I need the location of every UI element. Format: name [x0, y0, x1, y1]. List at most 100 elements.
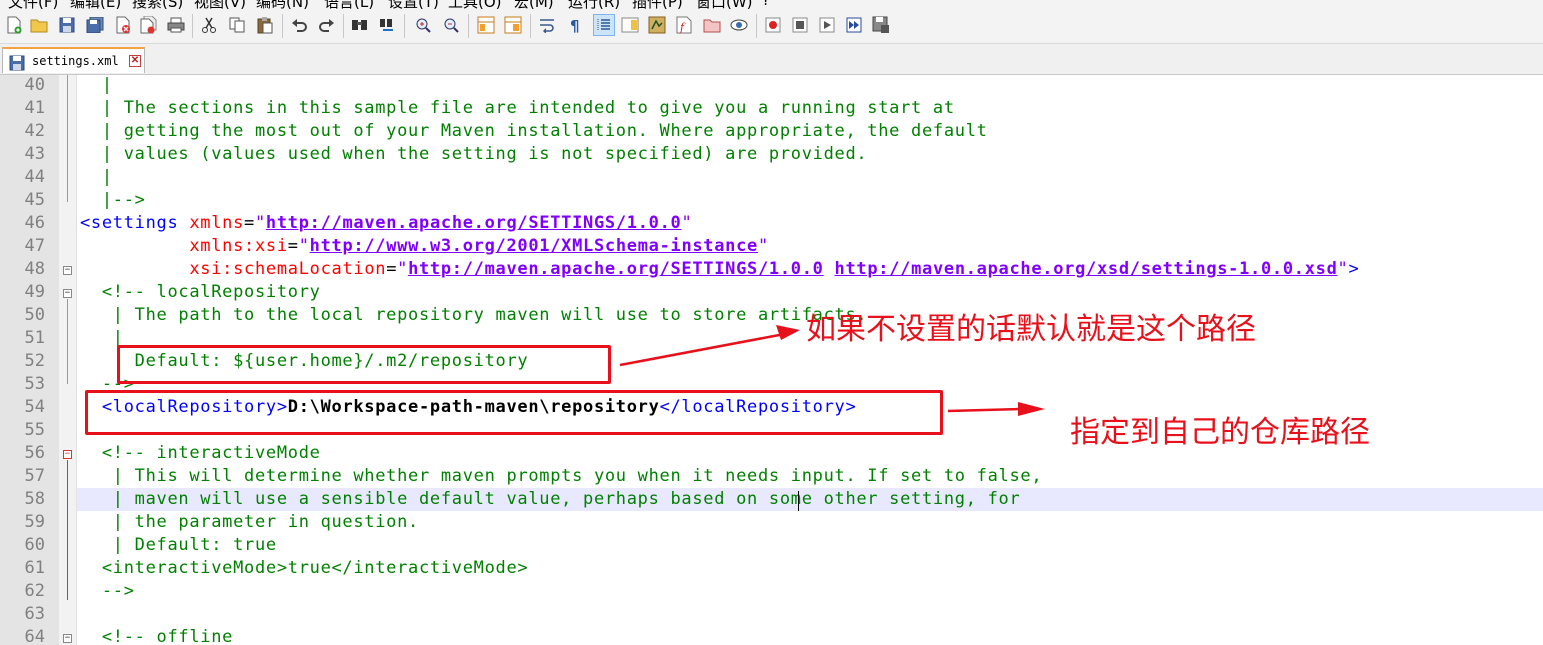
word-wrap-icon[interactable] [538, 15, 558, 35]
code-token: | [80, 75, 113, 95]
line-number: 58 [24, 489, 45, 509]
line-number: 64 [24, 627, 45, 645]
line-number: 41 [24, 98, 45, 118]
code-token: | maven will use a sensible default valu… [80, 489, 1021, 509]
menu-item[interactable]: 插件(P) [632, 0, 683, 9]
line-number: 43 [24, 144, 45, 164]
open-file-icon[interactable] [29, 15, 49, 35]
macro-stop-icon[interactable] [790, 15, 810, 35]
code-token: --> [80, 581, 135, 601]
menu-item[interactable]: 视图(V) [194, 0, 246, 9]
code-token: | values (values used when the setting i… [80, 144, 868, 164]
line-number: 63 [24, 604, 45, 624]
print-icon[interactable] [166, 15, 186, 35]
code-token: xmlns:xsi [189, 236, 288, 256]
folder-workspace-icon[interactable]: f [674, 15, 694, 35]
menu-item[interactable]: 宏(M) [514, 0, 554, 9]
menu-item[interactable]: 文件(F) [8, 0, 58, 9]
cut-icon[interactable] [199, 15, 219, 35]
saved-file-icon [9, 55, 25, 76]
function-list-icon[interactable] [647, 15, 667, 35]
fold-toggle-icon[interactable]: − [63, 266, 72, 275]
code-text: xsi:schemaLocation="http://maven.apache.… [80, 258, 1359, 281]
code-token: | getting the most out of your Maven ins… [80, 121, 988, 141]
fold-toggle-icon[interactable]: − [63, 289, 72, 298]
code-token: <!-- interactiveMode [80, 443, 321, 463]
code-text: <!-- localRepository [80, 281, 321, 304]
code-text: | getting the most out of your Maven ins… [80, 120, 988, 143]
line-number: 44 [24, 167, 45, 187]
copy-icon[interactable] [227, 15, 247, 35]
sync-vertical-icon[interactable] [476, 15, 496, 35]
monitoring-eye-icon[interactable] [729, 15, 749, 35]
code-token: | [80, 167, 113, 187]
code-token: <settings [80, 213, 190, 233]
code-line: 63 [0, 603, 1543, 626]
macro-record-icon[interactable] [763, 15, 783, 35]
tab-close-icon[interactable]: ✕ [129, 55, 141, 67]
replace-icon[interactable] [377, 15, 397, 35]
close-all-icon[interactable] [139, 15, 159, 35]
tab-settings-xml[interactable]: settings.xml ✕ [2, 47, 145, 73]
menu-item[interactable]: 工具(O) [448, 0, 502, 9]
tab-filename: settings.xml [32, 54, 119, 68]
indent-guide-icon[interactable] [593, 14, 615, 36]
undo-icon[interactable] [289, 15, 309, 35]
save-all-icon[interactable] [85, 15, 105, 35]
code-text: --> [80, 580, 135, 603]
menu-item[interactable]: 搜索(S) [132, 0, 183, 9]
close-file-icon[interactable] [113, 15, 133, 35]
fold-toggle-icon[interactable]: − [63, 450, 72, 459]
doc-map-icon[interactable] [620, 15, 640, 35]
new-file-icon[interactable] [4, 15, 24, 35]
zoom-in-icon[interactable] [413, 15, 433, 35]
menu-item[interactable]: 语言(L) [324, 0, 374, 9]
code-editor[interactable]: 40 | 41 | The sections in this sample fil… [0, 75, 1543, 645]
code-token: <interactiveMode>true</interactiveMode> [80, 558, 529, 578]
code-token: xmlns [189, 213, 245, 233]
save-icon[interactable] [57, 15, 77, 35]
line-number: 47 [24, 236, 45, 256]
fold-toggle-icon[interactable]: − [63, 634, 72, 643]
code-line: 49 <!-- localRepository [0, 281, 1543, 304]
line-number: 59 [24, 512, 45, 532]
code-text: xmlns:xsi="http://www.w3.org/2001/XMLSch… [80, 235, 769, 258]
code-text: <!-- offline [80, 626, 233, 645]
svg-text:¶: ¶ [570, 17, 580, 33]
code-line: 41 | The sections in this sample file ar… [0, 97, 1543, 120]
sync-horizontal-icon[interactable] [503, 15, 523, 35]
code-text: <interactiveMode>true</interactiveMode> [80, 557, 528, 580]
code-token: | The sections in this sample file are i… [80, 98, 955, 118]
paste-icon[interactable] [255, 15, 275, 35]
menu-item[interactable]: 设置(T) [388, 0, 439, 9]
line-number: 46 [24, 213, 45, 233]
line-number: 53 [24, 374, 45, 394]
code-line: 62 --> [0, 580, 1543, 603]
code-line: 42 | getting the most out of your Maven … [0, 120, 1543, 143]
zoom-out-icon[interactable] [441, 15, 461, 35]
code-line: 46 <settings xmlns="http://maven.apache.o… [0, 212, 1543, 235]
code-line: 57 | This will determine whether maven p… [0, 465, 1543, 488]
line-number: 45 [24, 190, 45, 210]
menu-item[interactable]: 编码(N) [256, 0, 309, 9]
line-number: 42 [24, 121, 45, 141]
macro-run-multiple-icon[interactable] [844, 15, 864, 35]
text-caret [798, 491, 799, 511]
macro-play-icon[interactable] [817, 15, 837, 35]
redo-icon[interactable] [317, 15, 337, 35]
macro-save-icon[interactable] [871, 15, 891, 35]
menu-item[interactable]: ? [762, 0, 770, 9]
code-line: 45 |--> [0, 189, 1543, 212]
line-number: 40 [24, 75, 45, 95]
menu-item[interactable]: 运行(R) [568, 0, 620, 9]
code-text: | Default: true [80, 534, 277, 557]
folder-as-workspace-icon[interactable] [702, 15, 722, 35]
code-token: |--> [80, 190, 146, 210]
code-line: 48 xsi:schemaLocation="http://maven.apac… [0, 258, 1543, 281]
menu-item[interactable]: 编辑(E) [70, 0, 121, 9]
find-icon[interactable] [350, 15, 370, 35]
menu-item[interactable]: 窗口(W) [696, 0, 753, 9]
show-all-chars-icon[interactable]: ¶ [565, 15, 585, 35]
